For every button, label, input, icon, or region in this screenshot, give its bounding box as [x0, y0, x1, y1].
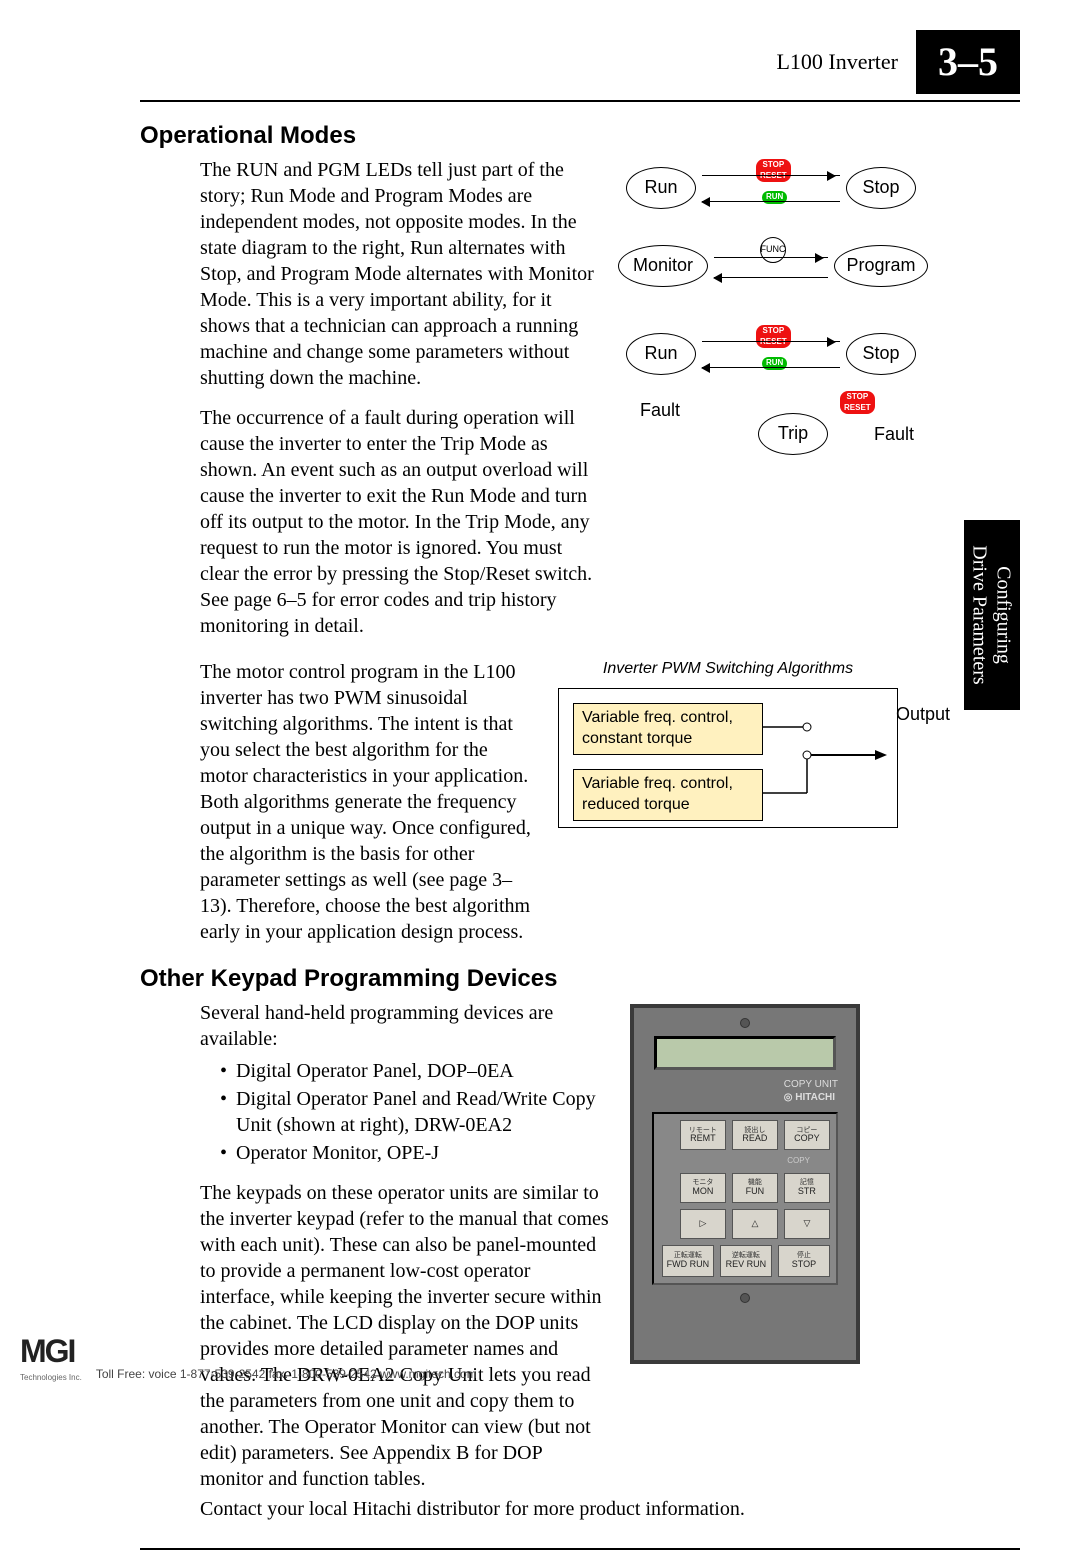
arrow-icon — [702, 201, 840, 202]
node-run-2: Run — [626, 333, 696, 375]
devices-intro: Several hand-held programming devices ar… — [140, 1000, 610, 1052]
pwm-algo-constant: Variable freq. control,constant torque — [573, 703, 763, 755]
mgi-logo-sub: Technologies Inc. — [20, 1373, 82, 1383]
page-header: L100 Inverter 3–5 — [140, 30, 1020, 102]
list-item: Operator Monitor, OPE-J — [220, 1140, 610, 1166]
list-item: Digital Operator Panel and Read/Write Co… — [220, 1086, 610, 1138]
copy-unit-photo: COPY UNIT ◎ HITACHI リモートREMT 読出しREAD コピー… — [630, 1004, 860, 1492]
lcd-display — [654, 1036, 836, 1070]
fault-label: Fault — [640, 399, 680, 422]
stop-reset-icon: STOPRESET — [840, 391, 875, 414]
fun-key: 機能FUN — [732, 1173, 778, 1203]
func-icon: FUNC — [760, 237, 786, 263]
keypad: リモートREMT 読出しREAD コピーCOPY COPY モニタMON 機能F… — [652, 1112, 838, 1284]
page-footer: MGI Technologies Inc. Toll Free: voice 1… — [0, 1331, 497, 1383]
arrow-icon — [702, 175, 840, 176]
op-modes-para-1: The RUN and PGM LEDs tell just part of t… — [140, 157, 600, 391]
up-key: △ — [732, 1209, 778, 1239]
down-key: ▽ — [784, 1209, 830, 1239]
copy-arrow-label: COPY — [660, 1156, 830, 1166]
mon-key: モニタMON — [680, 1173, 726, 1203]
node-trip: Trip — [758, 413, 828, 455]
node-stop-2: Stop — [846, 333, 916, 375]
arrow-icon — [714, 277, 828, 278]
str-key: 記憶STR — [784, 1173, 830, 1203]
node-stop: Stop — [846, 167, 916, 209]
right-key: ▷ — [680, 1209, 726, 1239]
side-tab: ConfiguringDrive Parameters — [964, 520, 1020, 710]
node-monitor: Monitor — [618, 245, 708, 287]
list-item: Digital Operator Panel, DOP–0EA — [220, 1058, 610, 1084]
arrow-icon — [702, 341, 840, 342]
read-key: 読出しREAD — [732, 1120, 778, 1150]
op-modes-para-2: The occurrence of a fault during operati… — [140, 405, 600, 639]
heading-other-keypad: Other Keypad Programming Devices — [140, 963, 1020, 994]
node-program: Program — [834, 245, 928, 287]
pwm-diagram-title: Inverter PWM Switching Algorithms — [558, 659, 898, 680]
footer-contact: Toll Free: voice 1-877-539-2542 fax: 1-8… — [96, 1367, 477, 1383]
op-modes-para-3: The motor control program in the L100 in… — [140, 659, 540, 945]
rev-run-key: 逆転運転REV RUN — [720, 1245, 772, 1277]
fault-label-2: Fault — [874, 423, 914, 446]
devices-list: Digital Operator Panel, DOP–0EA Digital … — [140, 1058, 610, 1166]
contact-distributor: Contact your local Hitachi distributor f… — [140, 1496, 1020, 1522]
copy-key: コピーCOPY — [784, 1120, 830, 1150]
arrow-icon — [702, 367, 840, 368]
heading-operational-modes: Operational Modes — [140, 120, 1020, 151]
state-diagram: Run Stop STOPRESET RUN Monitor Program F… — [618, 157, 938, 497]
doc-title: L100 Inverter — [776, 48, 898, 77]
fwd-run-key: 正転運転FWD RUN — [662, 1245, 714, 1277]
node-run: Run — [626, 167, 696, 209]
arrow-icon — [714, 257, 828, 258]
remt-key: リモートREMT — [680, 1120, 726, 1150]
stop-reset-icon: STOPRESET — [756, 159, 791, 182]
pwm-diagram: Variable freq. control,constant torque V… — [558, 688, 898, 828]
stop-key: 停止STOP — [778, 1245, 830, 1277]
screw-icon — [740, 1293, 750, 1303]
pwm-output-label: Output — [896, 703, 950, 726]
mgi-logo: MGI — [20, 1333, 74, 1369]
copy-unit-label: COPY UNIT ◎ HITACHI — [784, 1078, 838, 1104]
pwm-algo-reduced: Variable freq. control,reduced torque — [573, 769, 763, 821]
screw-icon — [740, 1018, 750, 1028]
page-number: 3–5 — [916, 30, 1020, 94]
stop-reset-icon: STOPRESET — [756, 325, 791, 348]
output-arrow-icon — [763, 715, 893, 815]
